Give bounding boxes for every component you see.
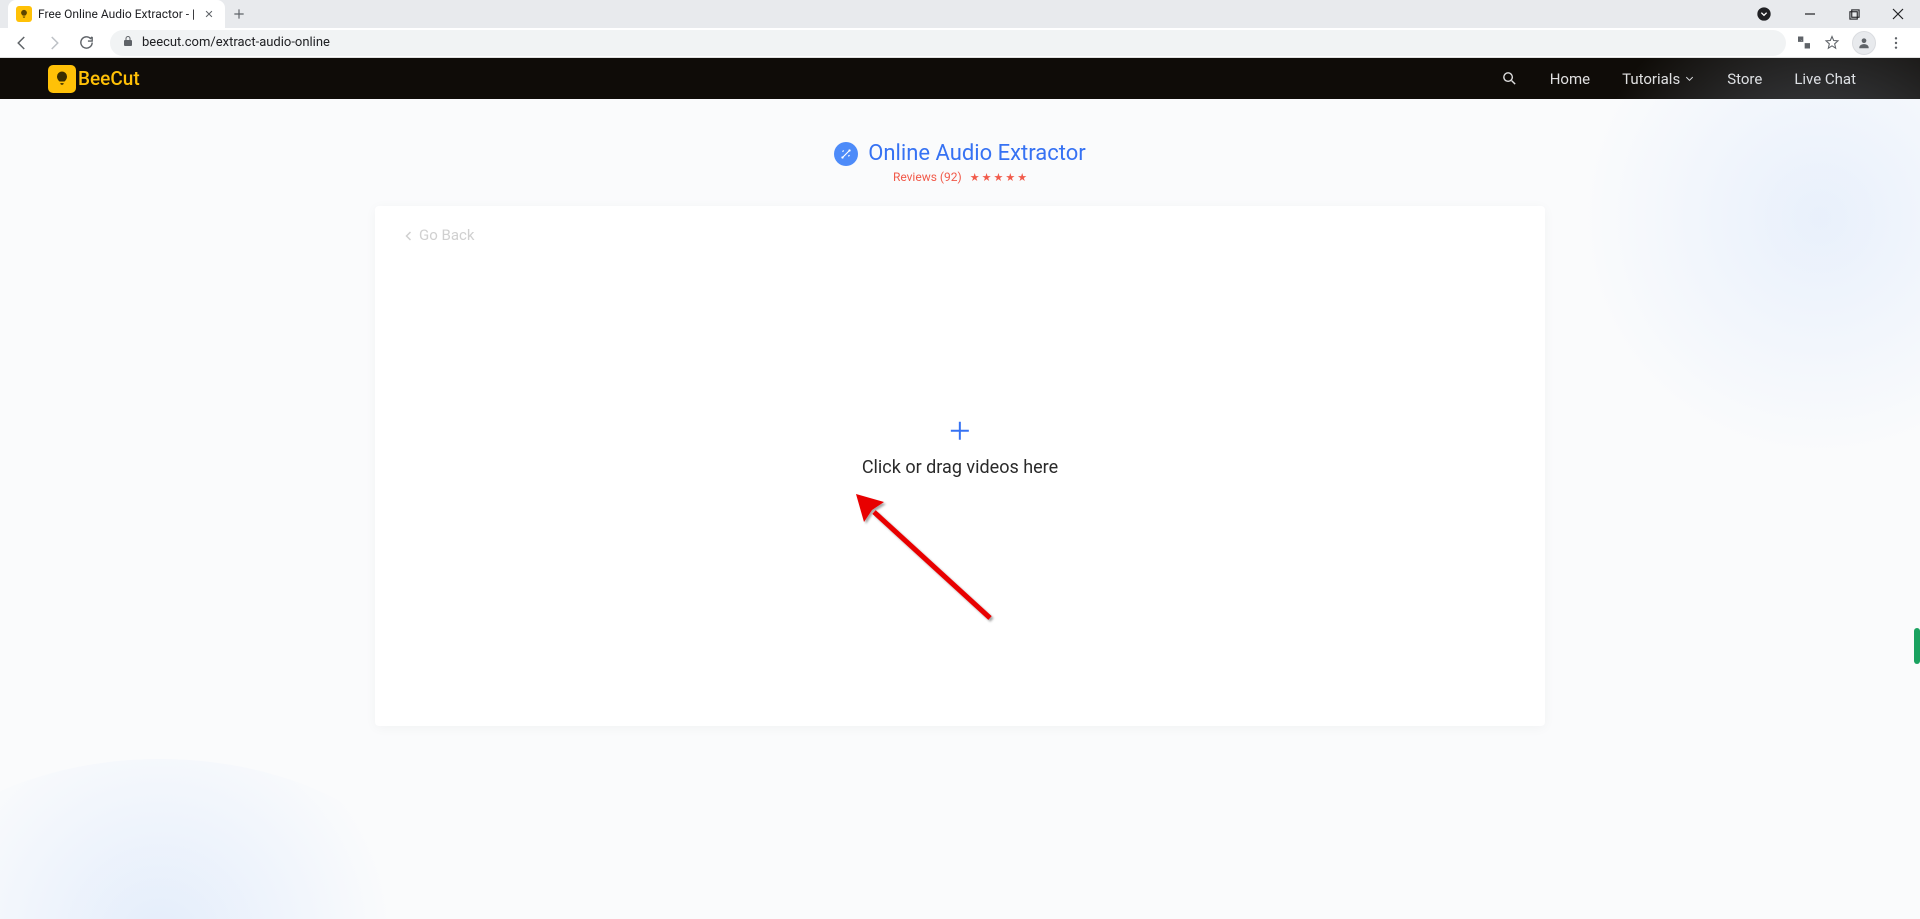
go-back-label: Go Back (419, 226, 474, 244)
maximize-window-icon[interactable] (1840, 0, 1868, 28)
plus-icon (862, 419, 1058, 447)
star-icon: ★ (993, 171, 1003, 184)
scrollbar-thumb[interactable] (1914, 628, 1920, 664)
search-icon[interactable] (1485, 70, 1534, 87)
star-icon: ★ (970, 171, 980, 184)
decorative-blob (0, 759, 440, 919)
drop-zone[interactable]: Click or drag videos here (862, 419, 1058, 478)
reviews-row[interactable]: Reviews (92) ★ ★ ★ ★ ★ (0, 170, 1920, 184)
reload-button[interactable] (72, 29, 100, 57)
brand-logo-icon (48, 65, 76, 93)
star-icon: ★ (1017, 171, 1027, 184)
menu-dots-icon[interactable] (1888, 35, 1904, 51)
browser-toolbar: beecut.com/extract-audio-online (0, 28, 1920, 58)
star-icon: ★ (1005, 171, 1015, 184)
address-bar[interactable]: beecut.com/extract-audio-online (110, 30, 1786, 56)
window-controls (1756, 0, 1920, 28)
audio-extractor-icon (834, 142, 858, 166)
brand-name: BeeCut (78, 67, 140, 90)
profile-avatar-icon[interactable] (1852, 31, 1876, 55)
bookmark-star-icon[interactable] (1824, 35, 1840, 51)
tab-favicon-icon (16, 6, 32, 22)
reviews-count: Reviews (92) (893, 170, 962, 184)
url-text: beecut.com/extract-audio-online (142, 35, 1774, 50)
nav-home[interactable]: Home (1534, 70, 1606, 88)
tab-title: Free Online Audio Extractor - | (38, 7, 195, 21)
star-icon: ★ (982, 171, 992, 184)
translate-icon[interactable] (1796, 35, 1812, 51)
forward-button[interactable] (40, 29, 68, 57)
drop-zone-label: Click or drag videos here (862, 457, 1058, 478)
chevron-left-icon (403, 229, 415, 243)
new-tab-button[interactable] (225, 0, 253, 28)
go-back-button[interactable]: Go Back (403, 226, 1517, 244)
back-button[interactable] (8, 29, 36, 57)
star-rating: ★ ★ ★ ★ ★ (970, 171, 1027, 184)
browser-tab-bar: Free Online Audio Extractor - | (0, 0, 1920, 28)
brand[interactable]: BeeCut (48, 65, 140, 93)
close-tab-icon[interactable] (201, 6, 217, 22)
upload-card: Go Back Click or drag videos here (375, 206, 1545, 726)
browser-tab[interactable]: Free Online Audio Extractor - | (8, 0, 225, 28)
minimize-window-icon[interactable] (1796, 0, 1824, 28)
hero: Online Audio Extractor Reviews (92) ★ ★ … (0, 99, 1920, 206)
close-window-icon[interactable] (1884, 0, 1912, 28)
lock-icon (122, 34, 134, 51)
extension-badge-icon[interactable] (1756, 6, 1772, 22)
page-title: Online Audio Extractor (868, 141, 1086, 166)
page-content: BeeCut Home Tutorials Store Live Chat On… (0, 58, 1920, 919)
